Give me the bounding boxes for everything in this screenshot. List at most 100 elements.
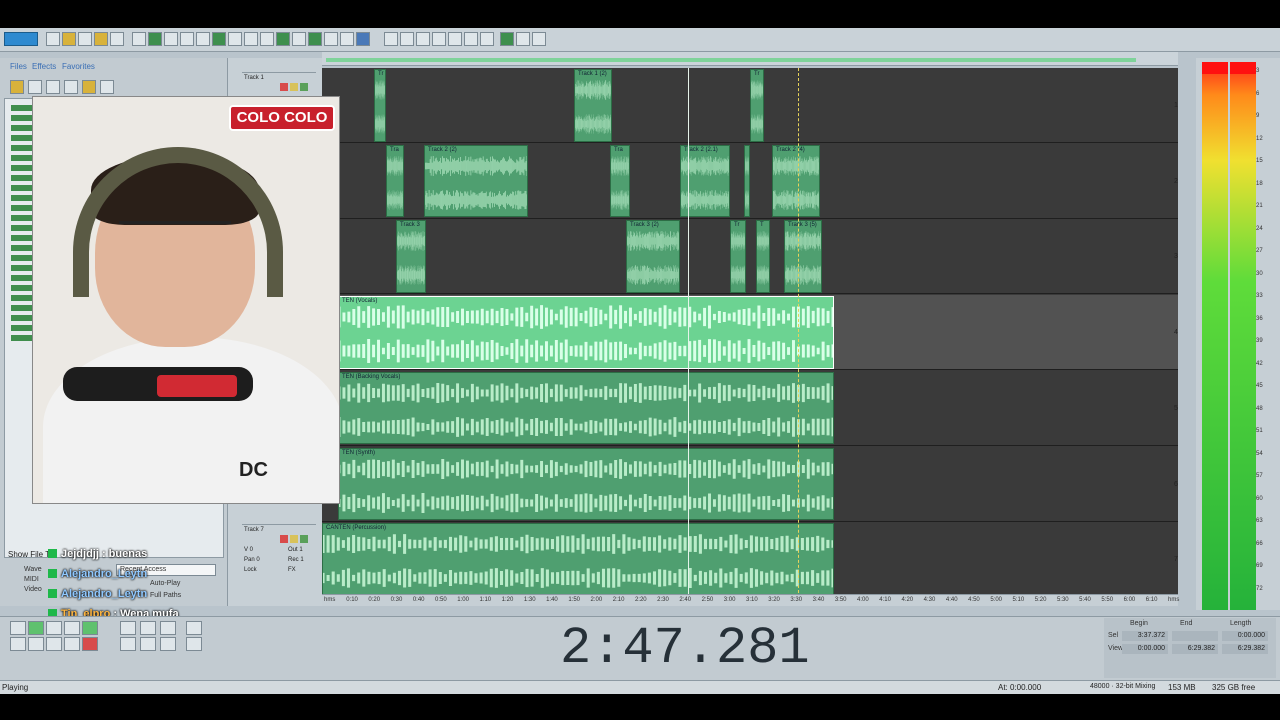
timeline-ruler[interactable] <box>322 52 1178 66</box>
open-file-icon[interactable] <box>10 80 24 94</box>
cue-icon[interactable] <box>464 32 478 46</box>
sel-begin-field[interactable]: 3:37.372 <box>1122 631 1168 641</box>
track-name[interactable]: Track 1 <box>244 75 264 81</box>
split-icon[interactable] <box>180 32 194 46</box>
sel-length-field[interactable]: 0:00.000 <box>1222 631 1268 641</box>
tab-effects[interactable]: Effects <box>32 62 56 74</box>
loop-play-icon[interactable] <box>82 621 98 635</box>
audio-clip[interactable]: Track 2 (4) <box>772 144 820 218</box>
audio-clip[interactable]: T <box>756 220 770 294</box>
import-icon[interactable] <box>28 80 42 94</box>
clip-indicator-left[interactable] <box>1202 62 1228 74</box>
sel-end-field[interactable] <box>1172 631 1218 641</box>
zoom-out-horizontal-icon[interactable] <box>140 621 156 635</box>
playhead[interactable] <box>688 68 689 598</box>
open-icon[interactable] <box>62 32 76 46</box>
loop-icon[interactable] <box>228 32 242 46</box>
audio-clip[interactable]: Track 3 (5) <box>784 220 822 294</box>
audio-clip[interactable]: TEN (Synth) <box>338 447 834 521</box>
view-begin-field[interactable]: 0:00.000 <box>1122 644 1168 654</box>
audio-clip[interactable]: TEN (Vocals) <box>338 296 834 369</box>
tab-favorites[interactable]: Favorites <box>62 62 95 74</box>
zoom-right-icon[interactable] <box>186 637 202 651</box>
audio-clip[interactable]: Track 3 (2) <box>626 220 680 294</box>
audio-clip[interactable]: Tra <box>610 144 630 218</box>
cd-icon[interactable] <box>516 32 530 46</box>
audio-clip[interactable]: Track 2 (2) <box>424 144 528 218</box>
filter-midi[interactable]: MIDI <box>24 576 39 583</box>
wave-icon[interactable] <box>500 32 514 46</box>
grid-icon[interactable] <box>164 32 178 46</box>
solo-icon[interactable] <box>290 535 298 543</box>
help-file-icon[interactable] <box>100 80 114 94</box>
edit-file-icon[interactable] <box>82 80 96 94</box>
settings-icon[interactable] <box>110 32 124 46</box>
pause-icon[interactable] <box>46 621 62 635</box>
trim-icon[interactable] <box>196 32 210 46</box>
filter-wave[interactable]: Wave <box>24 566 42 573</box>
play-icon[interactable] <box>212 32 226 46</box>
tab-files[interactable]: Files <box>10 62 27 74</box>
audio-clip[interactable] <box>744 144 750 218</box>
zoom-in-vertical-icon[interactable] <box>120 637 136 651</box>
zoom-in-horizontal-icon[interactable] <box>120 621 136 635</box>
metronome-icon[interactable] <box>308 32 322 46</box>
filter-video[interactable]: Video <box>24 586 42 593</box>
list-icon[interactable] <box>480 32 494 46</box>
audio-clip[interactable]: CANTEN (Percussion) <box>322 523 834 596</box>
record-arm-icon[interactable] <box>280 83 288 91</box>
go-to-start-icon[interactable] <box>10 637 26 651</box>
view-length-field[interactable]: 6:29.382 <box>1222 644 1268 654</box>
time-select-icon[interactable] <box>400 32 414 46</box>
group-icon[interactable] <box>356 32 370 46</box>
track-name[interactable]: Track 7 <box>244 527 264 533</box>
close-file-icon[interactable] <box>46 80 60 94</box>
mute-icon[interactable] <box>300 535 308 543</box>
scroll-bar[interactable] <box>326 58 1136 62</box>
fx-button[interactable]: FX <box>288 567 296 573</box>
cursor-marker[interactable] <box>798 68 799 598</box>
rec-label[interactable]: Rec 1 <box>288 557 304 563</box>
go-to-end-icon[interactable] <box>64 637 80 651</box>
solo-icon[interactable] <box>290 83 298 91</box>
audio-clip[interactable]: Track 3 <box>396 220 426 294</box>
time-ruler[interactable]: hms 0:10 0:20 0:30 0:40 0:50 1:00 1:10 1:20 1:30 1… <box>322 594 1179 606</box>
track-control-7[interactable]: Track 7 V 0 Out 1 Pan 0 Rec 1 Lock FX <box>242 524 316 592</box>
fx-icon[interactable] <box>432 32 446 46</box>
audio-clip[interactable]: Track 1 (2) <box>574 69 612 142</box>
zoom-selection-icon[interactable] <box>186 621 202 635</box>
lock-icon[interactable] <box>340 32 354 46</box>
audio-clip[interactable]: Tr <box>374 69 386 142</box>
audio-clip[interactable]: Tr <box>750 69 764 142</box>
fast-forward-icon[interactable] <box>46 637 62 651</box>
folder-icon[interactable] <box>94 32 108 46</box>
save-icon[interactable] <box>78 32 92 46</box>
crossfade-icon[interactable] <box>324 32 338 46</box>
zoom-out-vertical-icon[interactable] <box>140 637 156 651</box>
help-icon[interactable] <box>532 32 546 46</box>
audio-clip[interactable]: Tra <box>386 144 404 218</box>
new-icon[interactable] <box>46 32 60 46</box>
marker-icon[interactable] <box>292 32 306 46</box>
track-lane-3[interactable] <box>322 219 1178 295</box>
record-arm-icon[interactable] <box>280 535 288 543</box>
undo-icon[interactable] <box>132 32 146 46</box>
snap-icon[interactable] <box>244 32 258 46</box>
insert-icon[interactable] <box>64 80 78 94</box>
zoom-full-icon[interactable] <box>160 621 176 635</box>
play-icon[interactable] <box>28 621 44 635</box>
output-label[interactable]: Out 1 <box>288 547 303 553</box>
clip-indicator-right[interactable] <box>1230 62 1256 74</box>
envelope-icon[interactable] <box>276 32 290 46</box>
zoom-left-icon[interactable] <box>160 637 176 651</box>
view-toggle-button[interactable] <box>4 32 38 46</box>
audio-clip[interactable]: Tr <box>730 220 746 294</box>
mix-icon[interactable] <box>148 32 162 46</box>
play-to-end-icon[interactable] <box>64 621 80 635</box>
zoom-icon[interactable] <box>260 32 274 46</box>
stop-icon[interactable] <box>10 621 26 635</box>
move-tool-icon[interactable] <box>416 32 430 46</box>
hybrid-tool-icon[interactable] <box>384 32 398 46</box>
multitrack-view[interactable]: Tr Track 1 (2) Tr Tra Track 2 (2) Tra Track 2 … <box>322 68 1178 598</box>
rewind-icon[interactable] <box>28 637 44 651</box>
